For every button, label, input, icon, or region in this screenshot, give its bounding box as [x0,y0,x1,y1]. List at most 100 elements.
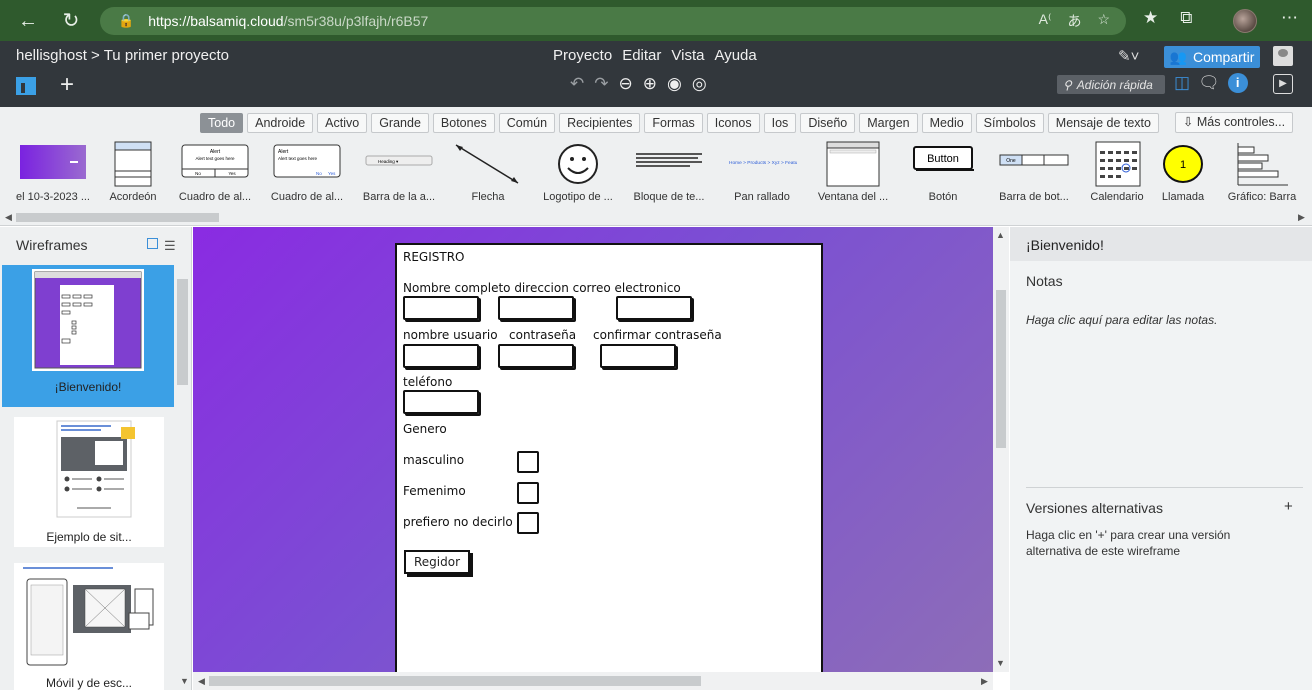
password-field[interactable] [498,344,574,368]
ui-library-toggle-icon[interactable] [16,77,36,95]
quick-add-input[interactable]: ⚲ Adición rápida [1057,75,1165,94]
filter-dise-o[interactable]: Diseño [800,113,856,133]
filter-medio[interactable]: Medio [921,113,972,133]
library-item-accordion[interactable]: Acordeón [93,141,173,207]
filter-grande[interactable]: Grande [371,113,429,133]
redo-icon[interactable]: ↷ [594,74,608,94]
translate-icon[interactable]: あ [1067,11,1081,31]
more-options-icon[interactable]: ⋯ [1281,8,1298,28]
read-aloud-icon[interactable]: A⁽ [1039,11,1052,31]
submit-button[interactable]: Regidor [404,550,470,574]
more-controls-button[interactable]: ⇩ Más controles... [1175,112,1293,133]
library-item-breadcrumb[interactable]: Home > Products > Xyz > Features Pan rall… [722,141,805,207]
profile-avatar[interactable] [1233,9,1257,33]
library-item-bar-chart[interactable]: Gráfico: Barra [1222,141,1302,207]
filter-margen[interactable]: Margen [859,113,918,133]
wireframe-paper[interactable]: REGISTRO Nombre completo direccion corre… [395,243,823,672]
wireframe-thumb-movil[interactable]: Móvil y de esc... [14,563,164,690]
canvas-hscroll-thumb[interactable] [209,676,701,686]
wireframes-scrollbar[interactable] [177,279,188,385]
library-item-label: el 10-3-2023 ... [16,191,90,203]
menu-editar[interactable]: Editar [622,47,661,64]
library-item-image-thumb[interactable]: el 10-3-2023 ... [13,141,93,207]
scroll-left-icon[interactable]: ◀ [5,212,12,223]
users-icon: 👥 [1169,48,1187,65]
prefer-not-checkbox[interactable] [517,512,539,534]
library-item-browser-window[interactable]: Ventana del ... [813,141,893,207]
add-wireframe-icon[interactable]: + [60,71,74,99]
filter-todo[interactable]: Todo [200,113,244,133]
info-icon[interactable]: i [1227,73,1248,93]
address-bar[interactable]: 🔒 https://balsamiq.cloud/sm5r38u/p3lfajh… [100,7,1126,35]
filter-mensaje-de-texto[interactable]: Mensaje de texto [1047,113,1159,133]
library-scrollbar[interactable] [16,213,219,222]
username-field[interactable] [403,344,479,368]
male-checkbox[interactable] [517,451,539,473]
phone-field[interactable] [403,390,479,414]
menu-proyecto[interactable]: Proyecto [553,47,612,64]
canvas-scroll-down-icon[interactable]: ▼ [996,658,1005,668]
filter-iconos[interactable]: Iconos [706,113,760,133]
editor-canvas[interactable]: REGISTRO Nombre completo direccion corre… [193,227,993,672]
canvas-scroll-left-icon[interactable]: ◀ [198,676,205,687]
user-account-icon[interactable] [1273,46,1293,66]
breadcrumb[interactable]: hellisghost > Tu primer proyecto [16,47,229,64]
email-field[interactable] [616,296,692,320]
filter-botones[interactable]: Botones [432,113,495,133]
zoom-in-icon[interactable]: ⊕ [643,74,657,94]
filter-androide[interactable]: Androide [247,113,314,133]
fullname-field[interactable] [403,296,479,320]
back-arrow-icon[interactable]: ← [15,8,41,34]
svg-text:Alert text goes here: Alert text goes here [278,156,318,161]
canvas-scroll-right-icon[interactable]: ▶ [981,676,988,687]
grid-view-icon[interactable] [147,238,158,249]
favorites-icon[interactable]: ★ [1143,8,1158,28]
wireframes-view-icons: ☰ [147,238,176,254]
undo-icon[interactable]: ↶ [570,74,584,94]
library-item-button[interactable]: Button Botón [903,141,983,207]
library-item-address-bar[interactable]: Heading ▾ Barra de la a... [359,141,439,207]
share-button[interactable]: 👥 Compartir [1164,46,1260,68]
notes-hint[interactable]: Haga clic aquí para editar las notas. [1026,313,1217,327]
favorite-add-icon[interactable]: ☆ [1097,11,1110,31]
library-item-arrow[interactable]: Flecha [448,141,528,207]
library-item-callout[interactable]: 1 Llamada [1143,141,1223,207]
menu-ayuda[interactable]: Ayuda [714,47,756,64]
wireframes-scroll-down-icon[interactable]: ▼ [180,676,189,686]
filter-recipientes[interactable]: Recipientes [559,113,641,133]
canvas-vertical-scrollbar[interactable]: ▲ ▼ [993,227,1009,672]
filter-activo[interactable]: Activo [317,113,368,133]
zoom-actual-icon[interactable]: ◉ [667,74,682,94]
collections-icon[interactable]: ⧉ [1180,8,1192,28]
main-menu: Proyecto Editar Vista Ayuda [553,47,757,64]
symbols-icon[interactable]: ◫ [1174,73,1190,93]
library-item-button-bar[interactable]: One Barra de bot... [994,141,1074,207]
canvas-horizontal-scrollbar[interactable]: ◀ ▶ [193,672,993,690]
zoom-fit-icon[interactable]: ◎ [692,74,707,94]
presentation-play-icon[interactable]: ▶ [1273,74,1293,94]
scroll-right-icon[interactable]: ▶ [1298,212,1305,223]
menu-vista[interactable]: Vista [671,47,704,64]
zoom-out-icon[interactable]: ⊖ [619,74,633,94]
wireframe-thumb-ejemplo[interactable]: Ejemplo de sit... [14,417,164,547]
filter-ios[interactable]: Ios [763,113,797,133]
add-alternate-button[interactable]: + [1284,498,1293,515]
confirm-password-field[interactable] [600,344,676,368]
comment-icon[interactable]: 🗨 [1198,73,1220,93]
filter-formas[interactable]: Formas [644,113,703,133]
library-item-text-block[interactable]: Bloque de te... [629,141,709,207]
female-checkbox[interactable] [517,482,539,504]
address-field[interactable] [498,296,574,320]
edit-pencil-icon[interactable]: ✎˅ [1118,47,1139,65]
button-icon: Button [903,141,983,187]
library-item-alert-box[interactable]: Alert Alert text goes here No Yes Cuadro de … [175,141,255,207]
canvas-scroll-up-icon[interactable]: ▲ [996,230,1005,240]
list-view-icon[interactable]: ☰ [164,238,176,254]
reload-icon[interactable]: ↻ [58,8,84,34]
filter-símbolos[interactable]: Símbolos [975,113,1044,133]
wireframe-thumb-bienvenido[interactable]: ¡Bienvenido! [2,265,174,407]
library-item-smiley[interactable]: Logotipo de ... [538,141,618,207]
library-item-alert-box-2[interactable]: Alert Alert text goes here No Yes Cuadro de … [267,141,347,207]
filter-común[interactable]: Común [498,113,556,133]
canvas-vscroll-thumb[interactable] [996,290,1006,448]
